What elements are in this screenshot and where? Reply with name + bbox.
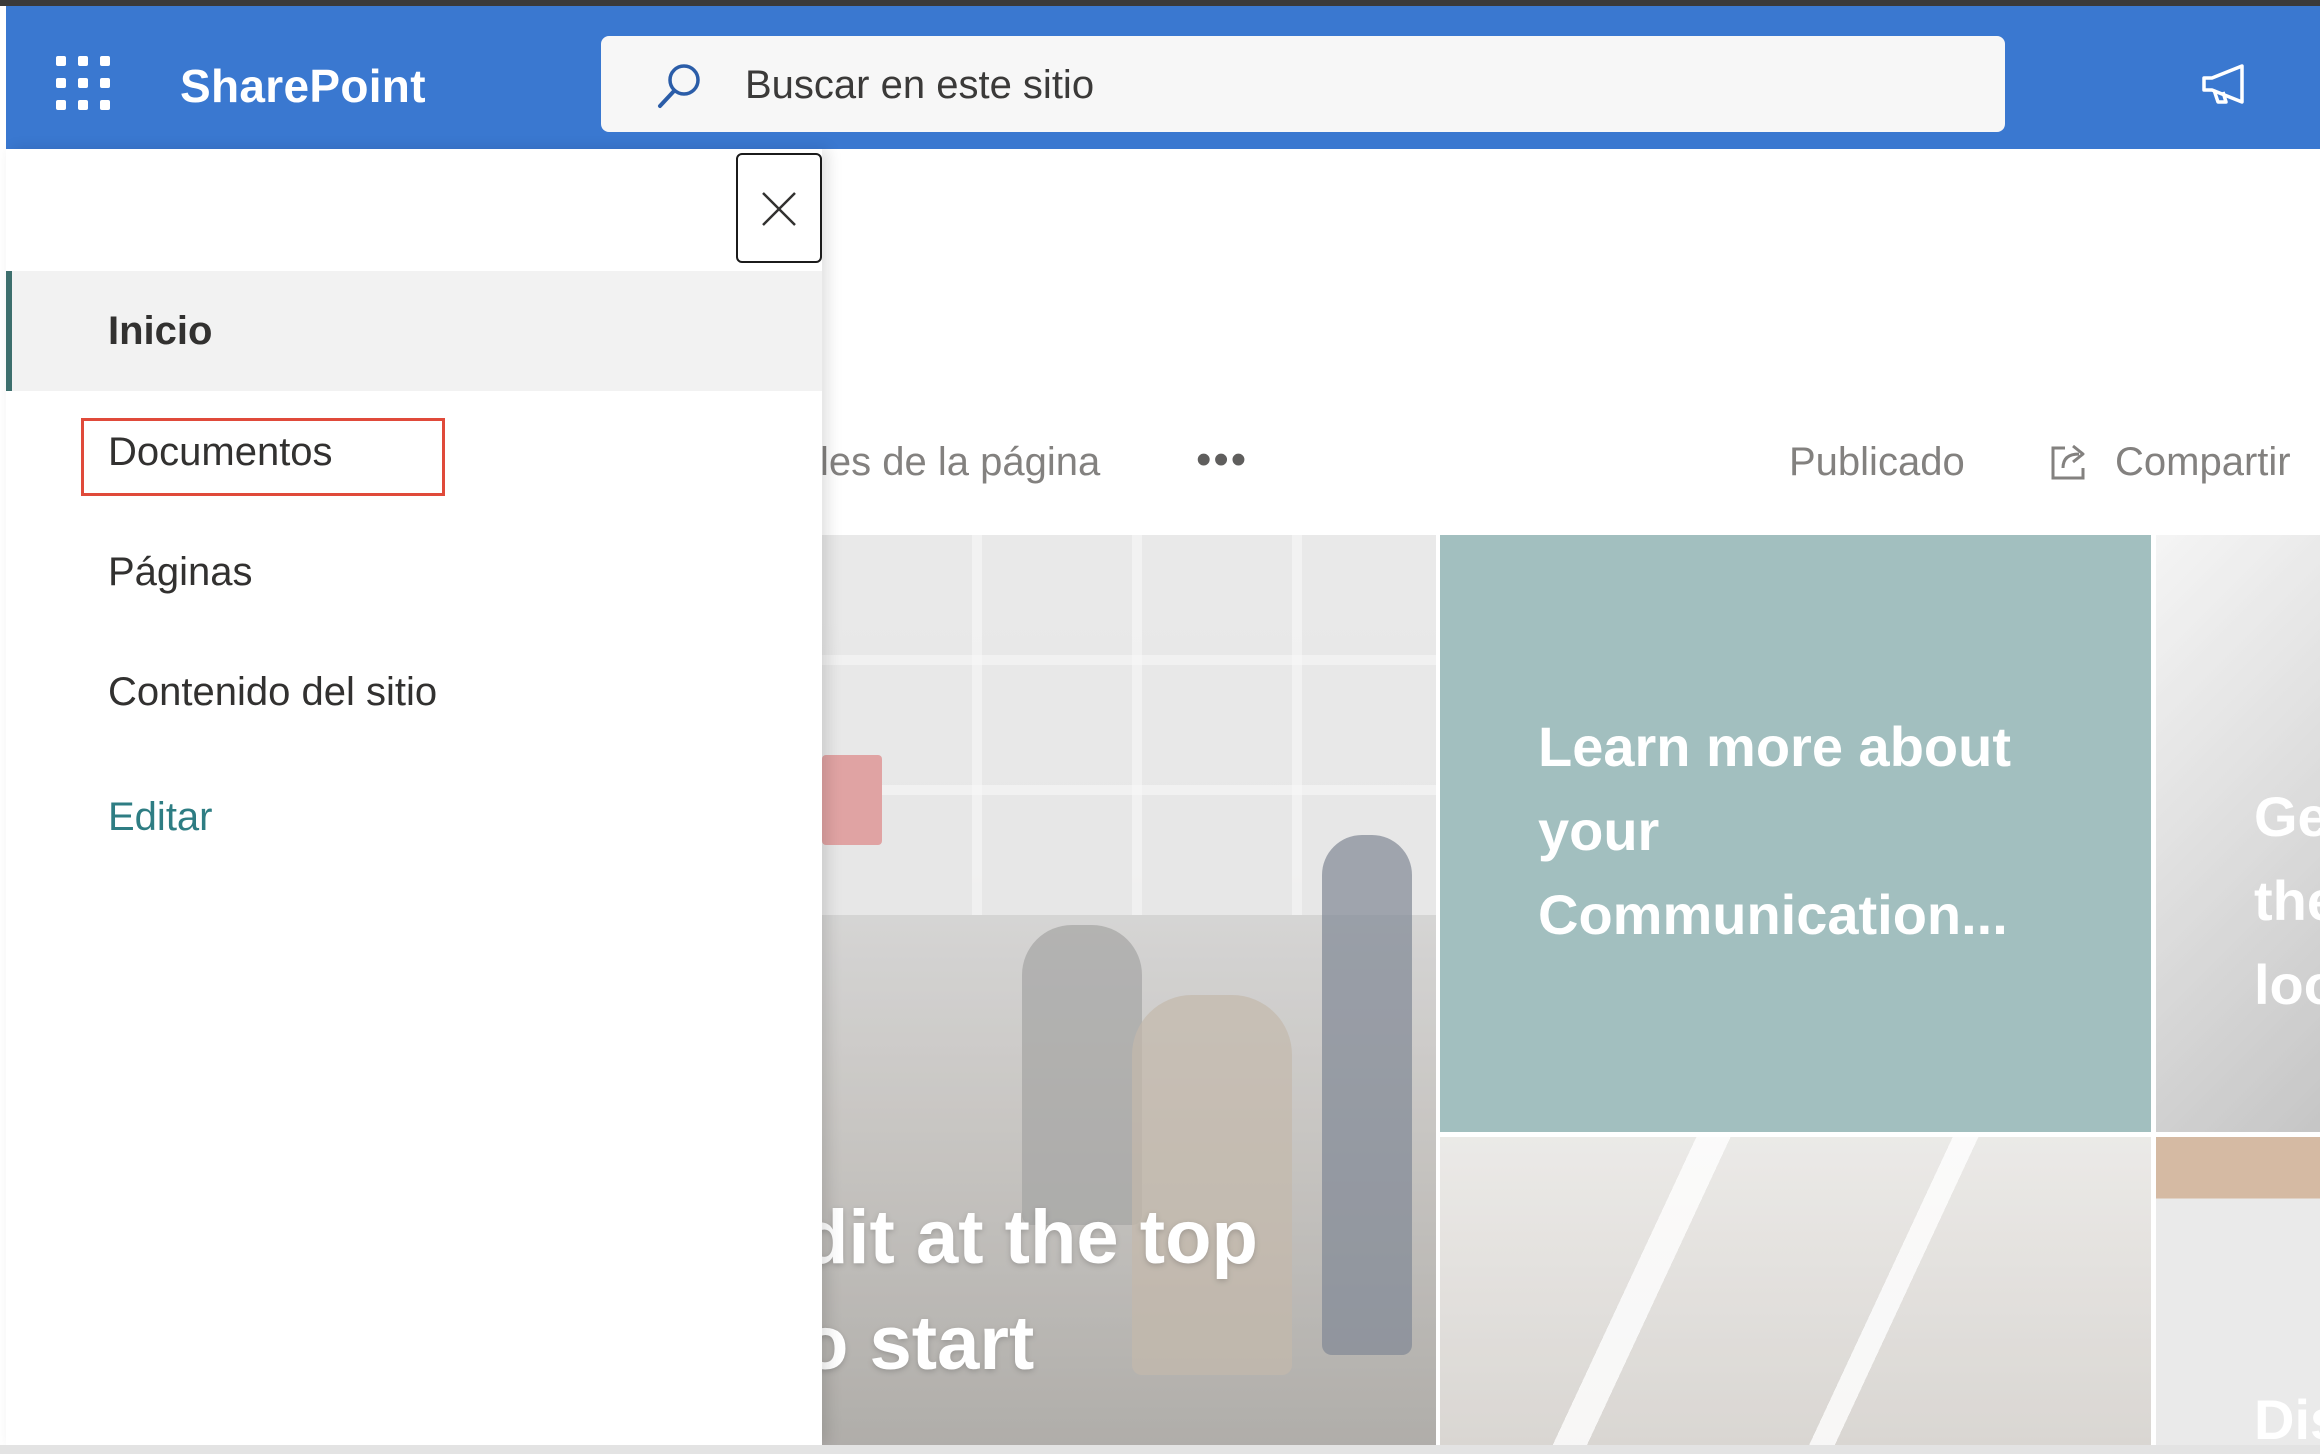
bottom-edge [0, 1445, 2320, 1454]
search-icon [658, 64, 700, 108]
nav-item-documentos[interactable]: Documentos [6, 392, 822, 512]
app-name[interactable]: SharePoint [180, 58, 426, 114]
close-navigation-button[interactable] [736, 153, 822, 263]
nav-item-paginas[interactable]: Páginas [6, 512, 822, 632]
edit-navigation-link[interactable]: Editar [6, 757, 822, 877]
megaphone-icon[interactable] [2198, 58, 2254, 110]
site-navigation-panel: Inicio Documentos Páginas Contenido del … [6, 149, 822, 1445]
search-input[interactable] [743, 54, 1947, 116]
suite-bar: SharePoint [6, 6, 2320, 149]
waffle-icon[interactable] [52, 52, 110, 110]
nav-item-inicio[interactable]: Inicio [6, 271, 822, 391]
close-icon [762, 192, 796, 226]
nav-item-contenido-del-sitio[interactable]: Contenido del sitio [6, 632, 822, 752]
search-box[interactable] [601, 36, 2005, 132]
